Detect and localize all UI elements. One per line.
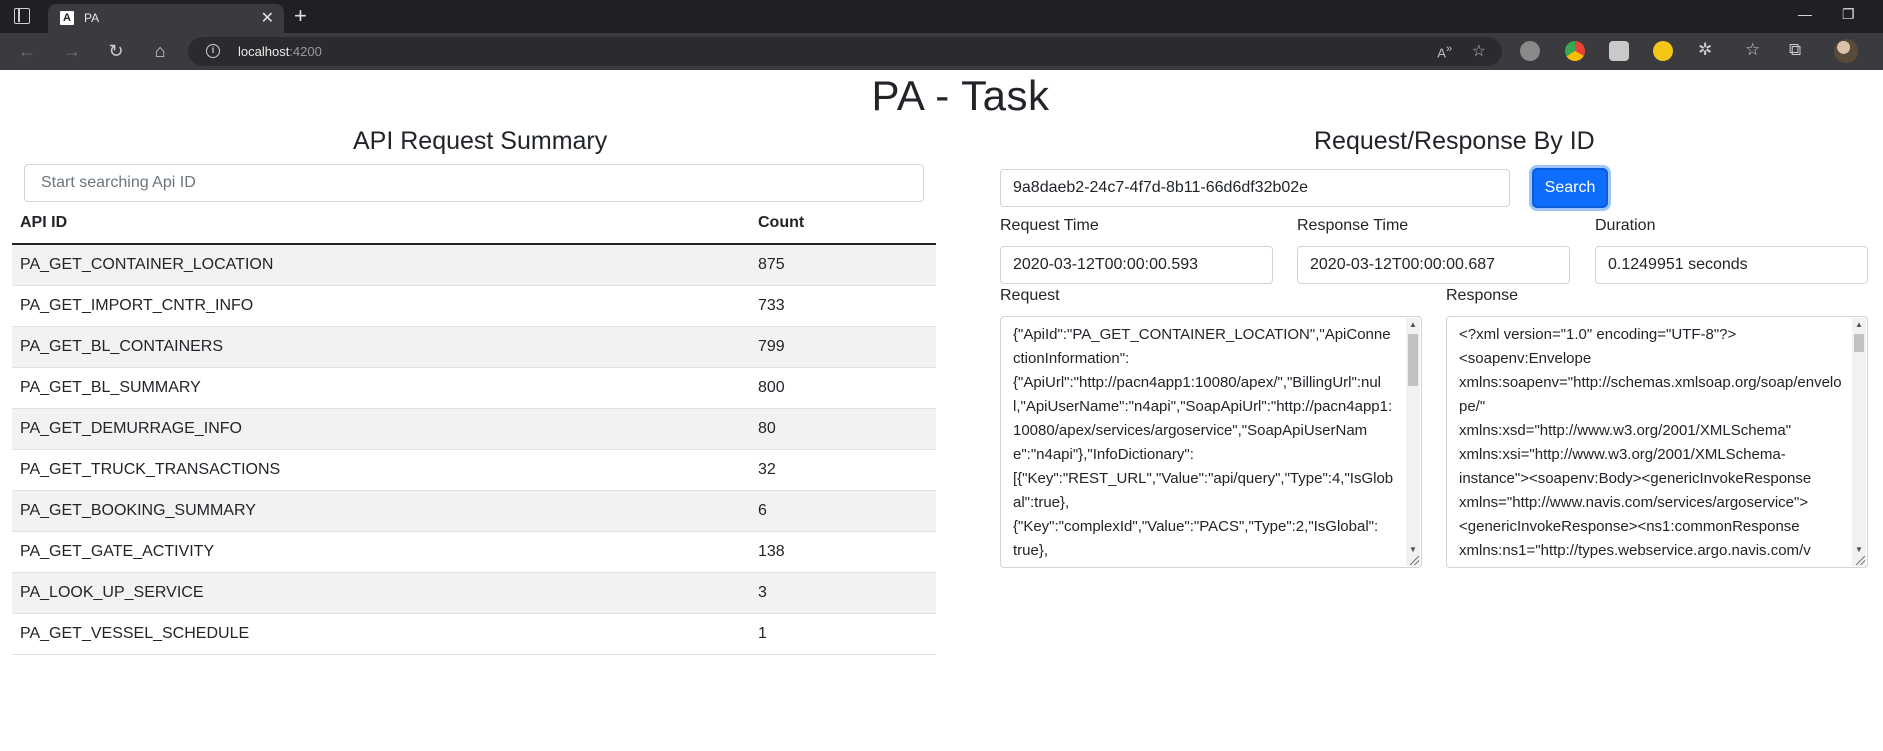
table-row: PA_GET_VESSEL_SCHEDULE 1 [12, 612, 936, 655]
api-id-cell: PA_LOOK_UP_SERVICE [12, 571, 750, 613]
duration-label: Duration [1595, 217, 1656, 234]
api-id-cell: PA_GET_IMPORT_CNTR_INFO [12, 284, 750, 326]
response-time-field[interactable]: 2020-03-12T00:00:00.687 [1297, 246, 1570, 284]
api-id-cell: PA_GET_BL_SUMMARY [12, 366, 750, 408]
url-text: localhost:4200 [238, 44, 322, 59]
table-row: PA_GET_DEMURRAGE_INFO 80 [12, 407, 936, 449]
tab-actions-icon[interactable] [14, 8, 30, 24]
table-row: PA_GET_BL_SUMMARY 800 [12, 366, 936, 408]
forward-icon[interactable]: → [61, 40, 83, 62]
count-cell: 875 [750, 243, 936, 285]
home-icon[interactable]: ⌂ [149, 40, 171, 62]
response-time-label: Response Time [1297, 217, 1409, 234]
request-label: Request [1000, 287, 1060, 304]
back-icon[interactable]: ← [16, 40, 38, 62]
restore-window-icon[interactable]: ❐ [1842, 6, 1855, 23]
angular-favicon-icon: A [60, 11, 74, 25]
scroll-thumb[interactable] [1854, 334, 1864, 352]
api-id-cell: PA_GET_GATE_ACTIVITY [12, 530, 750, 572]
extension-icon[interactable] [1520, 41, 1540, 61]
column-header-count: Count [750, 204, 936, 245]
api-summary-table: API ID Count PA_GET_CONTAINER_LOCATION 87… [12, 204, 936, 655]
site-info-icon[interactable]: i [206, 44, 220, 58]
read-aloud-icon[interactable]: A» [1437, 43, 1452, 60]
browser-tab-bar: A PA ✕ + — ❐ [0, 0, 1883, 33]
minimize-window-icon[interactable]: — [1798, 6, 1812, 22]
count-cell: 32 [750, 448, 936, 490]
resize-grip-icon[interactable] [1410, 556, 1419, 565]
new-tab-icon[interactable]: + [294, 3, 307, 29]
scroll-down-icon[interactable]: ▼ [1409, 545, 1417, 554]
favorites-icon[interactable]: ☆ [1745, 40, 1760, 60]
browser-address-bar: ← → ↻ ⌂ i localhost:4200 A» ☆ ✲ ☆ ⧉ [0, 33, 1883, 70]
count-cell: 733 [750, 284, 936, 326]
duration-field[interactable]: 0.1249951 seconds [1595, 246, 1868, 284]
request-scrollbar[interactable]: ▲ ▼ [1406, 318, 1420, 566]
summary-heading: API Request Summary [353, 127, 608, 155]
count-cell: 3 [750, 571, 936, 613]
resize-grip-icon[interactable] [1856, 556, 1865, 565]
api-id-cell: PA_GET_BOOKING_SUMMARY [12, 489, 750, 531]
count-cell: 138 [750, 530, 936, 572]
response-scrollbar[interactable]: ▲ ▼ [1852, 318, 1866, 566]
table-row: PA_GET_TRUCK_TRANSACTIONS 32 [12, 448, 936, 490]
scroll-down-icon[interactable]: ▼ [1855, 545, 1863, 554]
api-id-cell: PA_GET_VESSEL_SCHEDULE [12, 612, 750, 655]
request-time-label: Request Time [1000, 217, 1099, 234]
table-row: PA_GET_GATE_ACTIVITY 138 [12, 530, 936, 572]
request-body-text: {"ApiId":"PA_GET_CONTAINER_LOCATION","Ap… [1013, 326, 1394, 559]
add-favorite-icon[interactable]: ☆ [1472, 41, 1486, 61]
count-cell: 1 [750, 612, 936, 655]
norton-extension-icon[interactable] [1653, 41, 1673, 61]
search-button[interactable]: Search [1532, 168, 1608, 208]
table-row: PA_LOOK_UP_SERVICE 3 [12, 571, 936, 613]
page-content: PA - Task API Request Summary Start sear… [0, 70, 1883, 751]
table-row: PA_GET_BL_CONTAINERS 799 [12, 325, 936, 367]
response-label: Response [1446, 287, 1519, 304]
scroll-thumb[interactable] [1408, 334, 1418, 386]
browser-tab-active[interactable]: A PA ✕ [48, 4, 284, 33]
api-id-cell: PA_GET_DEMURRAGE_INFO [12, 407, 750, 449]
response-body-text: <?xml version="1.0" encoding="UTF-8"?> <… [1459, 326, 1842, 559]
refresh-icon[interactable]: ↻ [105, 40, 127, 62]
extensions-puzzle-icon[interactable]: ✲ [1698, 40, 1712, 60]
url-bar[interactable]: i localhost:4200 A» ☆ [188, 37, 1502, 66]
tab-title: PA [84, 11, 100, 25]
scroll-up-icon[interactable]: ▲ [1409, 320, 1417, 329]
chrome-extension-icon[interactable] [1565, 41, 1585, 61]
shield-extension-icon[interactable] [1609, 41, 1629, 61]
page-title: PA - Task [871, 72, 1050, 119]
detail-heading: Request/Response By ID [1314, 127, 1595, 155]
scroll-up-icon[interactable]: ▲ [1855, 320, 1863, 329]
table-row: PA_GET_IMPORT_CNTR_INFO 733 [12, 284, 936, 326]
profile-avatar[interactable] [1834, 39, 1858, 63]
count-cell: 800 [750, 366, 936, 408]
request-id-input[interactable]: 9a8daeb2-24c7-4f7d-8b11-66d6df32b02e [1000, 169, 1510, 207]
table-row: PA_GET_CONTAINER_LOCATION 875 [12, 243, 936, 285]
api-id-search-input[interactable]: Start searching Api ID [24, 164, 924, 202]
response-textarea[interactable]: <?xml version="1.0" encoding="UTF-8"?> <… [1446, 316, 1868, 568]
api-id-cell: PA_GET_TRUCK_TRANSACTIONS [12, 448, 750, 490]
api-id-cell: PA_GET_CONTAINER_LOCATION [12, 243, 750, 285]
column-header-api-id: API ID [12, 204, 750, 245]
request-textarea[interactable]: {"ApiId":"PA_GET_CONTAINER_LOCATION","Ap… [1000, 316, 1422, 568]
count-cell: 6 [750, 489, 936, 531]
table-row: PA_GET_BOOKING_SUMMARY 6 [12, 489, 936, 531]
count-cell: 799 [750, 325, 936, 367]
api-id-cell: PA_GET_BL_CONTAINERS [12, 325, 750, 367]
collections-icon[interactable]: ⧉ [1789, 40, 1801, 60]
count-cell: 80 [750, 407, 936, 449]
close-tab-icon[interactable]: ✕ [261, 8, 274, 28]
request-time-field[interactable]: 2020-03-12T00:00:00.593 [1000, 246, 1273, 284]
